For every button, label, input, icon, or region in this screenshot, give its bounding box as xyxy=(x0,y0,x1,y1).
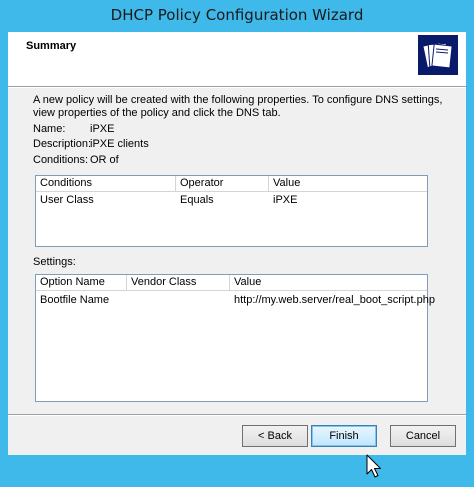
description-value: iPXE clients xyxy=(90,138,149,150)
settings-list-header: Option Name Vendor Class Value xyxy=(36,275,427,291)
settings-list[interactable]: Option Name Vendor Class Value Bootfile … xyxy=(35,274,435,402)
wizard-client-area: Summary A new policy will be created wit… xyxy=(8,32,466,478)
conditions-label: Conditions: xyxy=(33,154,89,166)
settings-label: Settings: xyxy=(33,256,76,268)
column-header-option-name[interactable]: Option Name xyxy=(36,275,127,290)
header-divider xyxy=(8,87,466,88)
mouse-pointer-icon xyxy=(366,454,384,482)
value-cell: iPXE xyxy=(273,194,298,206)
page-title: Summary xyxy=(26,40,77,52)
window-title: DHCP Policy Configuration Wizard xyxy=(110,6,364,24)
title-bar[interactable]: DHCP Policy Configuration Wizard xyxy=(0,0,474,32)
finish-button[interactable]: Finish xyxy=(311,425,377,447)
conditions-value: OR of xyxy=(90,154,119,166)
column-header-conditions[interactable]: Conditions xyxy=(36,176,176,191)
back-button[interactable]: < Back xyxy=(242,425,308,447)
column-header-operator[interactable]: Operator xyxy=(176,176,269,191)
column-header-setting-value[interactable]: Value xyxy=(230,275,427,290)
description-label: Description: xyxy=(33,138,92,150)
cancel-button[interactable]: Cancel xyxy=(390,425,456,447)
intro-line-2: view properties of the policy and click … xyxy=(33,107,281,119)
intro-line-1: A new policy will be created with the fo… xyxy=(33,94,443,106)
footer-divider-highlight xyxy=(8,415,466,416)
conditions-list[interactable]: Conditions Operator Value User Class Equ… xyxy=(35,175,428,247)
condition-cell: User Class xyxy=(40,194,94,206)
conditions-list-header: Conditions Operator Value xyxy=(36,176,427,192)
wizard-window: DHCP Policy Configuration Wizard Summary… xyxy=(0,0,474,478)
folders-icon xyxy=(418,35,458,75)
option-name-cell: Bootfile Name xyxy=(40,294,110,306)
name-label: Name: xyxy=(33,123,66,135)
wizard-header: Summary xyxy=(8,32,466,87)
column-header-value[interactable]: Value xyxy=(269,176,427,191)
name-value: iPXE xyxy=(90,123,115,135)
column-header-vendor-class[interactable]: Vendor Class xyxy=(127,275,230,290)
operator-cell: Equals xyxy=(180,194,214,206)
setting-value-cell: http://my.web.server/real_boot_script.ph… xyxy=(234,294,435,306)
